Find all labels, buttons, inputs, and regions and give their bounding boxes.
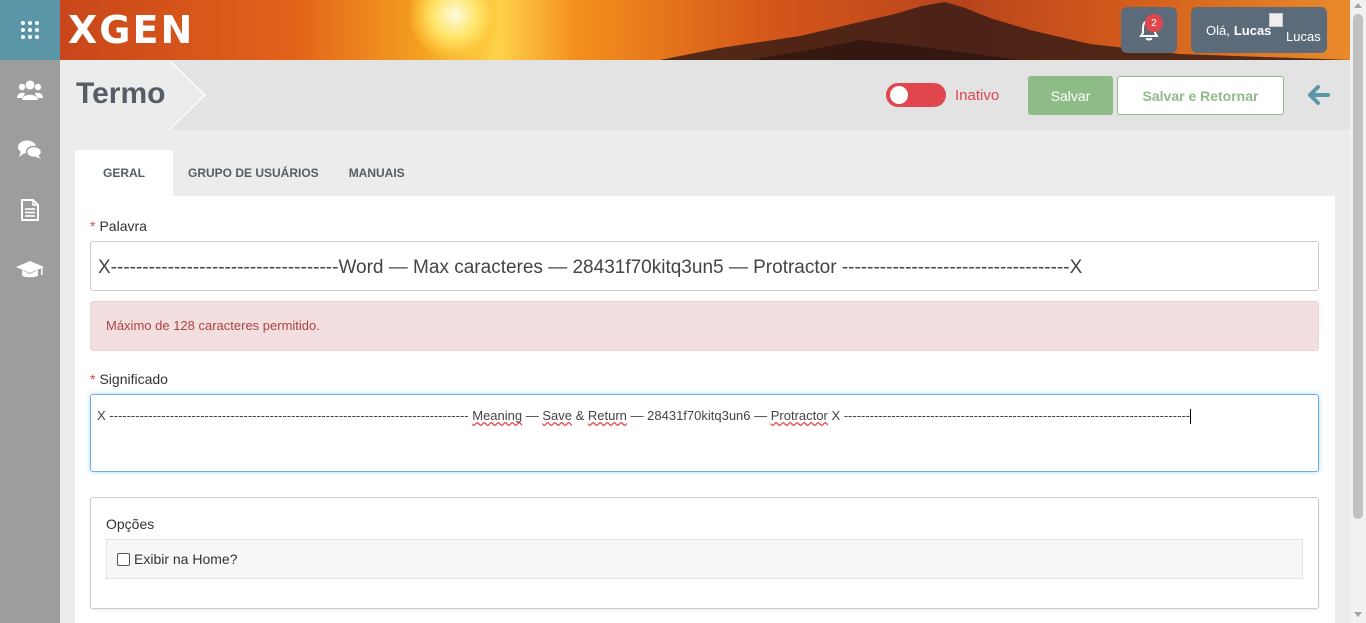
save-and-return-button[interactable]: Salvar e Retornar — [1117, 76, 1284, 115]
sidebar-item-chat[interactable] — [0, 120, 60, 180]
tab-bar: GERAL GRUPO DE USUÁRIOS MANUAIS — [75, 150, 420, 196]
sidebar — [0, 0, 60, 623]
tab-geral[interactable]: GERAL — [75, 150, 173, 196]
back-arrow-icon[interactable] — [1308, 84, 1330, 106]
meaning-text-part: — — [522, 408, 543, 423]
word-input[interactable]: X------------------------------------Wor… — [90, 241, 1319, 291]
meaning-text-part: Return — [587, 408, 627, 423]
logo[interactable]: XGEN — [68, 8, 194, 52]
apps-menu-button[interactable] — [0, 0, 60, 60]
title-arrow-fill — [168, 60, 204, 130]
word-label: * Palavra — [90, 218, 147, 234]
top-header: XGEN 2 Olá, Lucas Lucas — [60, 0, 1350, 60]
meaning-text-part: Meaning — [472, 408, 523, 423]
graduation-cap-icon — [16, 261, 44, 278]
broken-image-icon — [1269, 13, 1283, 27]
avatar-alt-text: Lucas — [1286, 29, 1321, 44]
notifications-button[interactable]: 2 — [1121, 7, 1177, 53]
status-label: Inativo — [955, 87, 1000, 104]
avatar: Lucas — [1269, 13, 1323, 47]
active-toggle[interactable] — [886, 83, 946, 107]
meaning-textarea[interactable]: X --------------------------------------… — [90, 394, 1319, 472]
sidebar-item-documents[interactable] — [0, 180, 60, 240]
form-panel: * Palavra X------------------------------… — [75, 196, 1335, 623]
notification-count-badge: 2 — [1145, 14, 1163, 32]
document-icon — [21, 199, 39, 221]
meaning-text-part: Protractor — [770, 408, 828, 423]
tab-grupo-de-usuarios[interactable]: GRUPO DE USUÁRIOS — [173, 150, 334, 196]
options-panel: Opções Exibir na Home? — [90, 497, 1319, 609]
text-caret — [1190, 409, 1192, 425]
chat-icon — [18, 140, 42, 159]
tab-manuais[interactable]: MANUAIS — [334, 150, 420, 196]
toggle-knob — [890, 86, 908, 104]
word-label-text: Palavra — [99, 218, 147, 234]
sidebar-item-courses[interactable] — [0, 240, 60, 300]
options-title: Opções — [106, 516, 155, 532]
show-home-checkbox[interactable] — [117, 552, 130, 566]
save-button[interactable]: Salvar — [1028, 76, 1113, 115]
scrollbar-thumb[interactable] — [1353, 14, 1363, 519]
meaning-text-part: — 28431f70kitq3un6 — — [626, 408, 771, 423]
header-sun-graphic — [410, 0, 500, 60]
show-home-option[interactable]: Exibir na Home? — [106, 539, 1303, 579]
meaning-label-text: Significado — [99, 371, 168, 387]
sidebar-item-users[interactable] — [0, 60, 60, 120]
show-home-label: Exibir na Home? — [134, 551, 238, 567]
user-menu-button[interactable]: Olá, Lucas Lucas — [1191, 7, 1327, 53]
page-title: Termo — [76, 77, 166, 110]
meaning-text-part: Save — [542, 408, 572, 423]
error-alert: Máximo de 128 caracteres permitido. — [90, 301, 1319, 351]
required-marker: * — [90, 218, 96, 234]
users-icon — [17, 80, 43, 100]
greeting-text: Olá, — [1206, 22, 1230, 38]
meaning-text-part: X --------------------------------------… — [827, 408, 1191, 423]
user-name: Lucas — [1233, 22, 1272, 38]
meaning-text-part: & — [571, 408, 588, 423]
meaning-text-part: X --------------------------------------… — [97, 408, 469, 423]
meaning-label: * Significado — [90, 371, 168, 387]
required-marker: * — [90, 371, 96, 387]
apps-grid-icon — [21, 21, 39, 39]
scroll-up-arrow-icon[interactable] — [1354, 3, 1362, 8]
scroll-down-arrow-icon[interactable] — [1354, 612, 1362, 617]
page-title-bar: Termo Inativo Salvar Salvar e Retornar — [60, 60, 1350, 130]
page-scrollbar[interactable] — [1350, 0, 1366, 623]
